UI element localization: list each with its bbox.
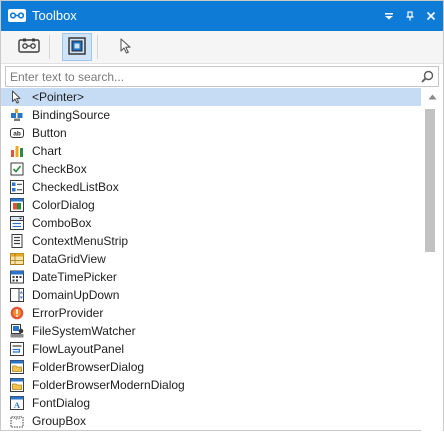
list-item-groupbox[interactable]: xyz GroupBox <box>1 412 421 430</box>
pointer-icon <box>10 90 24 104</box>
datetimepicker-icon <box>10 270 24 284</box>
list-item-label: ComboBox <box>32 216 92 230</box>
svg-text:A: A <box>14 400 21 410</box>
list-item-label: DataGridView <box>32 252 106 266</box>
svg-text:xyz: xyz <box>13 415 21 421</box>
pointer-icon <box>119 37 133 57</box>
list-item-pointer[interactable]: <Pointer> <box>1 88 421 106</box>
list-item-label: CheckBox <box>32 162 87 176</box>
svg-text:ab: ab <box>13 131 21 138</box>
list-item-label: FolderBrowserModernDialog <box>32 378 185 392</box>
list-item-datagridview[interactable]: DataGridView <box>1 250 421 268</box>
list-item-label: BindingSource <box>32 108 111 122</box>
search-icon[interactable] <box>419 68 436 85</box>
toolbar <box>1 31 443 64</box>
list-item-label: Button <box>32 126 67 140</box>
scroll-up-icon[interactable] <box>425 91 439 103</box>
list-item-contextmenustrip[interactable]: ContextMenuStrip <box>1 232 421 250</box>
toolbox-icon <box>7 8 27 23</box>
list-item-label: FontDialog <box>32 396 91 410</box>
chart-icon <box>10 144 24 158</box>
toolbox-window: Toolbox Enter text to search... <Pointer… <box>0 0 444 432</box>
list-item-label: ErrorProvider <box>32 306 104 320</box>
list-item-button[interactable]: ab Button <box>1 124 421 142</box>
list-item-bindingsource[interactable]: BindingSource <box>1 106 421 124</box>
button-icon: ab <box>10 126 24 140</box>
list-item-filesystemwatcher[interactable]: FileSystemWatcher <box>1 322 421 340</box>
vertical-scrollbar[interactable] <box>421 88 443 432</box>
domainupdown-icon <box>10 288 24 302</box>
toolbox-item-list: <Pointer> BindingSource ab Button Chart … <box>1 88 421 432</box>
list-item-flowlayoutpanel[interactable]: FlowLayoutPanel <box>1 340 421 358</box>
list-item-label: GroupBox <box>32 414 87 428</box>
filesystemwatcher-icon <box>10 324 24 338</box>
list-item-label: <Pointer> <box>32 90 85 104</box>
pin-icon[interactable] <box>401 7 419 25</box>
list-item-datetimepicker[interactable]: DateTimePicker <box>1 268 421 286</box>
folderbrowsermoderndialog-icon <box>10 378 24 392</box>
list-item-folderbrowsermoderndialog[interactable]: FolderBrowserModernDialog <box>1 376 421 394</box>
pointer-mode-button[interactable] <box>111 33 141 61</box>
close-icon[interactable] <box>422 7 440 25</box>
list-item-colordialog[interactable]: ColorDialog <box>1 196 421 214</box>
window-title: Toolbox <box>32 8 77 23</box>
form-layout-view-button[interactable] <box>62 33 92 61</box>
list-item-label: CheckedListBox <box>32 180 119 194</box>
checkedlistbox-icon <box>10 180 24 194</box>
form-layout-icon <box>68 36 86 58</box>
toolbar-separator <box>97 35 98 59</box>
list-item-label: DateTimePicker <box>32 270 117 284</box>
list-item-label: ColorDialog <box>32 198 95 212</box>
fontdialog-icon: A <box>10 396 24 410</box>
search-box <box>5 66 439 87</box>
list-item-folderbrowserdialog[interactable]: FolderBrowserDialog <box>1 358 421 376</box>
list-item-checkedlistbox[interactable]: CheckedListBox <box>1 178 421 196</box>
scrollbar-thumb[interactable] <box>425 109 435 252</box>
list-item-label: Chart <box>32 144 62 158</box>
flowlayoutpanel-icon <box>10 342 24 356</box>
bindingsource-icon <box>10 108 24 122</box>
list-item-errorprovider[interactable]: ErrorProvider <box>1 304 421 322</box>
search-input[interactable] <box>6 67 414 86</box>
list-item-label: FlowLayoutPanel <box>32 342 125 356</box>
component-icon <box>18 38 40 57</box>
colordialog-icon <box>10 198 24 212</box>
list-item-label: FileSystemWatcher <box>32 324 136 338</box>
list-item-checkbox[interactable]: CheckBox <box>1 160 421 178</box>
list-item-fontdialog[interactable]: A FontDialog <box>1 394 421 412</box>
groupbox-icon: xyz <box>10 414 24 428</box>
list-item-domainupdown[interactable]: DomainUpDown <box>1 286 421 304</box>
checkbox-icon <box>10 162 24 176</box>
dropdown-menu-icon[interactable] <box>380 7 398 25</box>
toolbar-separator <box>49 35 50 59</box>
list-item-label: FolderBrowserDialog <box>32 360 145 374</box>
contextmenustrip-icon <box>10 234 24 248</box>
errorprovider-icon <box>10 306 24 320</box>
combobox-icon <box>10 216 24 230</box>
list-item-combobox[interactable]: ComboBox <box>1 214 421 232</box>
list-item-label: ContextMenuStrip <box>32 234 129 248</box>
title-bar[interactable]: Toolbox <box>1 1 443 31</box>
list-item-label: DomainUpDown <box>32 288 120 302</box>
datagridview-icon <box>10 252 24 266</box>
list-item-chart[interactable]: Chart <box>1 142 421 160</box>
component-view-button[interactable] <box>14 33 44 61</box>
folderbrowserdialog-icon <box>10 360 24 374</box>
